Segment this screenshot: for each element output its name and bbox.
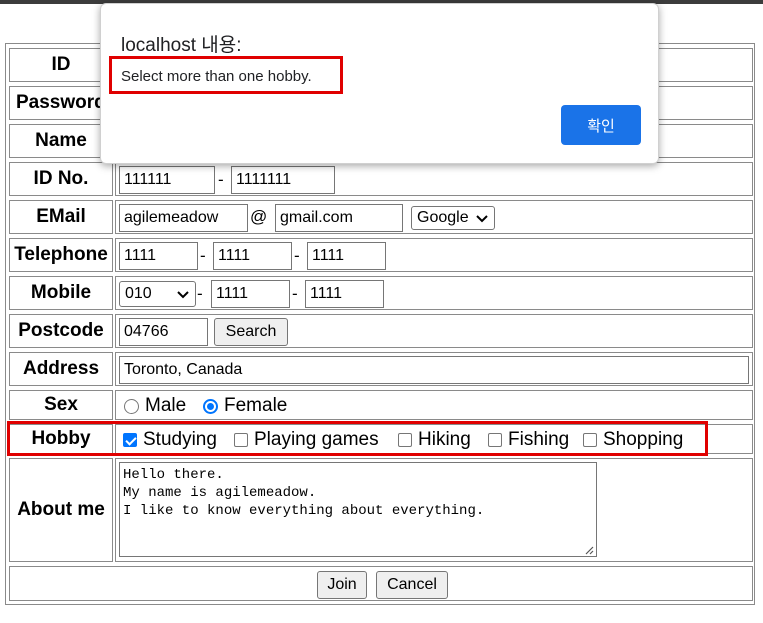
alert-dialog: localhost 내용: Select more than one hobby… [100, 3, 659, 164]
about-row: About me Hello there. My name is agileme… [9, 458, 753, 562]
id-number-first-input[interactable]: 111111 [119, 166, 215, 194]
telephone-part1-input[interactable]: 1111 [119, 242, 198, 270]
telephone-separator-1: - [200, 246, 206, 265]
sex-option-female[interactable]: Female [203, 395, 287, 417]
radio-male[interactable] [124, 398, 139, 414]
id-number-row: ID No. 111111 - 1111111 [9, 162, 753, 196]
cancel-button[interactable]: Cancel [376, 571, 448, 599]
sex-option-male[interactable]: Male [124, 395, 186, 417]
actions-cell: Join Cancel [9, 566, 753, 601]
address-cell: Toronto, Canada [115, 352, 753, 386]
sex-row: Sex Male Female [9, 390, 753, 420]
telephone-part3-input[interactable]: 1111 [307, 242, 386, 270]
postcode-search-button[interactable]: Search [214, 318, 288, 346]
email-cell: agilemeadow @ gmail.com Google [115, 200, 753, 234]
email-provider-select[interactable]: Google [411, 206, 495, 230]
email-label: EMail [9, 200, 113, 234]
postcode-label: Postcode [9, 314, 113, 348]
dialog-title: localhost 내용: [121, 35, 242, 56]
hobby-highlight-box [7, 421, 708, 456]
id-number-cell: 111111 - 1111111 [115, 162, 753, 196]
email-user-input[interactable]: agilemeadow [119, 204, 248, 232]
postcode-row: Postcode 04766 Search [9, 314, 753, 348]
mobile-label: Mobile [9, 276, 113, 310]
email-at-sign: @ [250, 207, 268, 226]
postcode-input[interactable]: 04766 [119, 318, 208, 346]
id-label: ID [9, 48, 113, 82]
mobile-separator-1: - [197, 284, 203, 303]
telephone-row: Telephone 1111 - 1111 - 1111 [9, 238, 753, 272]
id-number-label: ID No. [9, 162, 113, 196]
email-provider-selected: Google [417, 209, 469, 226]
radio-female[interactable] [203, 398, 218, 414]
mobile-cell: 010 - 1111 - 1111 [115, 276, 753, 310]
sex-option-male-label: Male [145, 395, 187, 416]
telephone-separator-2: - [294, 246, 300, 265]
dialog-ok-button[interactable]: 확인 [561, 105, 641, 145]
sex-label: Sex [9, 390, 113, 420]
telephone-part2-input[interactable]: 1111 [213, 242, 292, 270]
mobile-prefix-select[interactable]: 010 [119, 281, 196, 307]
address-label: Address [9, 352, 113, 386]
mobile-part2-input[interactable]: 1111 [211, 280, 290, 308]
name-label: Name [9, 124, 113, 158]
password-label: Password [9, 86, 113, 120]
telephone-label: Telephone [9, 238, 113, 272]
sex-cell: Male Female [115, 390, 753, 420]
id-number-second-input[interactable]: 1111111 [231, 166, 335, 194]
chevron-down-icon [476, 215, 488, 223]
about-cell: Hello there. My name is agilemeadow. I l… [115, 458, 753, 562]
id-number-separator: - [218, 170, 224, 189]
postcode-cell: 04766 Search [115, 314, 753, 348]
mobile-prefix-selected: 010 [125, 285, 152, 302]
address-input[interactable]: Toronto, Canada [119, 356, 749, 384]
chevron-down-icon [177, 291, 189, 299]
mobile-row: Mobile 010 - 1111 - 1111 [9, 276, 753, 310]
mobile-part3-input[interactable]: 1111 [305, 280, 384, 308]
dialog-message: Select more than one hobby. [121, 68, 312, 85]
mobile-separator-2: - [292, 284, 298, 303]
email-domain-input[interactable]: gmail.com [275, 204, 403, 232]
actions-row: Join Cancel [9, 566, 753, 601]
resize-handle-icon[interactable] [584, 545, 594, 555]
telephone-cell: 1111 - 1111 - 1111 [115, 238, 753, 272]
about-textarea[interactable]: Hello there. My name is agilemeadow. I l… [119, 462, 597, 557]
sex-option-female-label: Female [224, 395, 288, 416]
email-row: EMail agilemeadow @ gmail.com Google [9, 200, 753, 234]
address-row: Address Toronto, Canada [9, 352, 753, 386]
about-label: About me [9, 458, 113, 562]
join-button[interactable]: Join [317, 571, 367, 599]
